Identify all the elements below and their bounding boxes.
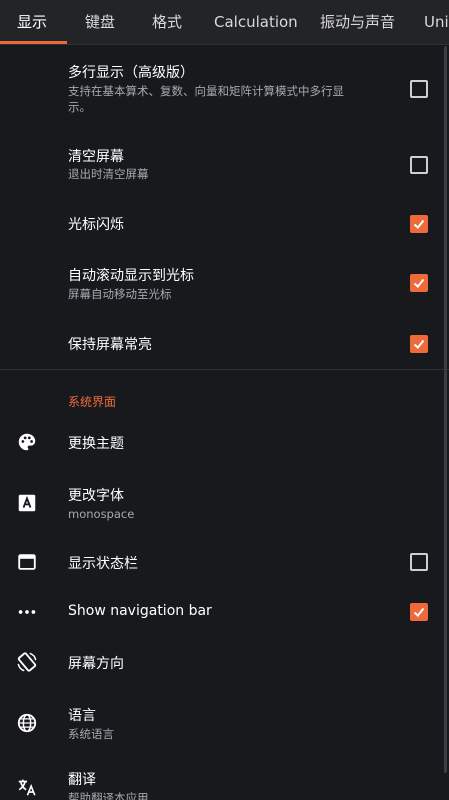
setting-cursor-blink[interactable]: 光标闪烁	[0, 204, 449, 244]
setting-title: 更改字体	[68, 488, 124, 504]
tab-keyboard[interactable]: 键盘	[85, 0, 115, 44]
tab-format[interactable]: 格式	[152, 0, 182, 44]
screen-rotation-icon	[17, 652, 37, 672]
translate-icon	[18, 779, 36, 796]
setting-subtitle: 退出时清空屏幕	[68, 167, 149, 181]
more-horiz-icon	[18, 610, 36, 614]
setting-title: 语言	[68, 708, 96, 724]
setting-keep-screen-on[interactable]: 保持屏幕常亮	[0, 324, 449, 364]
setting-show-navigation-bar[interactable]: Show navigation bar	[0, 592, 449, 632]
section-header-system-ui: 系统界面	[68, 395, 117, 409]
multiline-checkbox[interactable]	[410, 80, 428, 98]
setting-title: 光标闪烁	[68, 217, 124, 233]
tab-display[interactable]: 显示	[17, 0, 47, 44]
active-tab-indicator	[0, 41, 67, 44]
setting-title: 保持屏幕常亮	[68, 337, 152, 353]
auto-scroll-checkbox[interactable]	[410, 274, 428, 292]
setting-multiline-display[interactable]: 多行显示（高级版） 支持在基本算术、复数、向量和矩阵计算模式中多行显 示。	[0, 56, 449, 126]
scrollbar[interactable]	[444, 46, 447, 773]
navigation-bar-checkbox[interactable]	[410, 603, 428, 621]
setting-title: 翻译	[68, 772, 96, 788]
setting-title: 自动滚动显示到光标	[68, 268, 194, 284]
setting-change-theme[interactable]: 更换主题	[0, 422, 449, 462]
tab-calculation[interactable]: Calculation	[214, 0, 298, 44]
setting-title: 多行显示（高级版）	[68, 65, 194, 81]
setting-show-status-bar[interactable]: 显示状态栏	[0, 542, 449, 582]
setting-title: 屏幕方向	[68, 656, 124, 672]
clear-screen-checkbox[interactable]	[410, 156, 428, 174]
setting-subtitle: 支持在基本算术、复数、向量和矩阵计算模式中多行显	[68, 84, 344, 98]
setting-title: 显示状态栏	[68, 556, 138, 572]
setting-subtitle: monospace	[68, 507, 135, 521]
setting-change-font[interactable]: 更改字体 monospace	[0, 478, 449, 528]
setting-subtitle: 帮助翻译本应用	[68, 791, 149, 800]
font-icon	[18, 494, 36, 512]
globe-icon	[17, 713, 37, 733]
palette-icon	[18, 433, 36, 451]
setting-language[interactable]: 语言 系统语言	[0, 698, 449, 748]
tab-bar: 显示 键盘 格式 Calculation 振动与声音 Uni	[0, 0, 449, 45]
setting-clear-screen[interactable]: 清空屏幕 退出时清空屏幕	[0, 138, 449, 188]
setting-translate[interactable]: 翻译 帮助翻译本应用	[0, 762, 449, 800]
keep-screen-on-checkbox[interactable]	[410, 335, 428, 353]
window-icon	[18, 554, 36, 570]
setting-subtitle: 系统语言	[68, 727, 114, 741]
tab-units[interactable]: Uni	[424, 0, 449, 44]
setting-title: 更换主题	[68, 436, 124, 452]
setting-title: 清空屏幕	[68, 149, 124, 165]
setting-subtitle: 屏幕自动移动至光标	[68, 287, 172, 301]
setting-auto-scroll[interactable]: 自动滚动显示到光标 屏幕自动移动至光标	[0, 258, 449, 308]
section-divider	[0, 369, 449, 370]
setting-title: Show navigation bar	[68, 603, 212, 619]
cursor-blink-checkbox[interactable]	[410, 215, 428, 233]
setting-subtitle-line2: 示。	[68, 100, 91, 114]
setting-screen-orientation[interactable]: 屏幕方向	[0, 642, 449, 682]
status-bar-checkbox[interactable]	[410, 553, 428, 571]
tab-vibration-sound[interactable]: 振动与声音	[320, 0, 395, 44]
